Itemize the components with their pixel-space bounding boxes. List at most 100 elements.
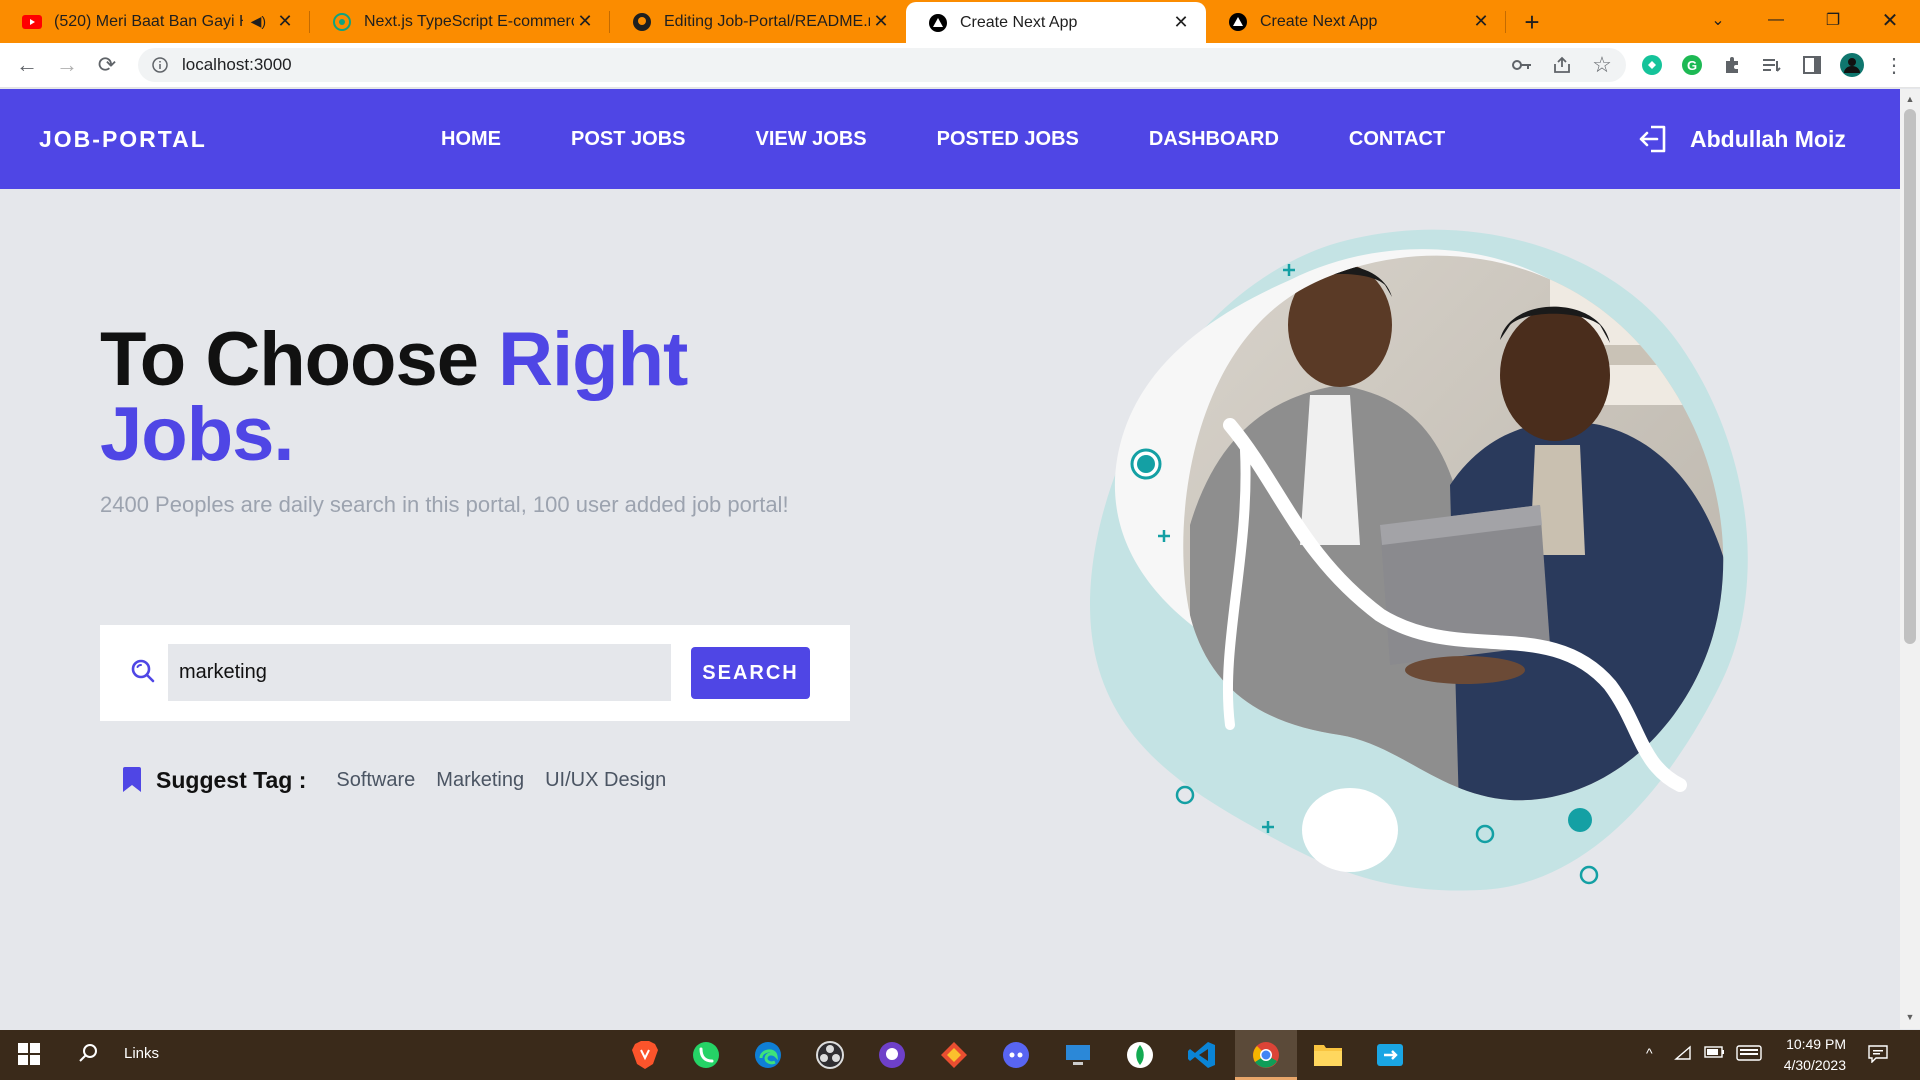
tab-search-chevron-icon[interactable]: ⌄: [1690, 0, 1746, 40]
battery-icon[interactable]: [1704, 1045, 1726, 1062]
speaker-icon[interactable]: ◀): [251, 13, 266, 30]
edge-icon[interactable]: [751, 1038, 785, 1072]
teal-dot-inner: [1137, 455, 1155, 473]
ring-decor: [1579, 865, 1599, 885]
taskbar-search-icon[interactable]: [78, 1042, 104, 1068]
windows-taskbar: Links ^ 10:49 PM 4/30/2023: [0, 1030, 1920, 1080]
forward-arrow-icon[interactable]: →: [51, 49, 83, 81]
job-search-box: SEARCH: [100, 625, 850, 721]
obs-icon[interactable]: [813, 1038, 847, 1072]
url-text[interactable]: localhost:3000: [182, 55, 292, 75]
user-menu[interactable]: Abdullah Moiz: [1636, 89, 1846, 189]
brave-icon[interactable]: [628, 1038, 662, 1072]
close-tab-icon[interactable]: ✕: [1470, 11, 1492, 33]
taskbar-search-label[interactable]: Links: [124, 1045, 159, 1062]
wifi-icon[interactable]: [1674, 1045, 1692, 1064]
site-info-icon[interactable]: [150, 55, 170, 75]
key-icon[interactable]: [1506, 49, 1538, 81]
puzzle-extensions-icon[interactable]: [1718, 51, 1746, 79]
tab-title: Next.js TypeScript E-commerce...: [364, 12, 574, 30]
minimize-button[interactable]: —: [1748, 0, 1804, 40]
close-tab-icon[interactable]: ✕: [274, 11, 296, 33]
search-button[interactable]: SEARCH: [691, 647, 810, 699]
openai-icon: [332, 12, 352, 32]
browser-tab-strip: (520) Meri Baat Ban Gayi Hai ◀) ✕ Next.j…: [0, 0, 1920, 43]
tab-title: Editing Job-Portal/README.md a: [664, 12, 870, 30]
hero-title-accent-2: Jobs.: [100, 392, 294, 477]
white-circle-decor: [1302, 788, 1398, 872]
back-arrow-icon[interactable]: ←: [11, 49, 43, 81]
star-icon[interactable]: ☆: [1586, 49, 1618, 81]
github-desktop-icon[interactable]: [875, 1038, 909, 1072]
tab-separator: [1505, 11, 1506, 33]
notification-center-icon[interactable]: [1868, 1045, 1888, 1066]
site-navbar: JOB-PORTAL HOME POST JOBS VIEW JOBS POST…: [0, 89, 1900, 189]
hero-title-accent: Right: [498, 317, 688, 402]
new-tab-button[interactable]: +: [1516, 6, 1548, 38]
clock-date: 4/30/2023: [1783, 1057, 1846, 1073]
nav-link-view-jobs[interactable]: VIEW JOBS: [755, 128, 866, 151]
tag-marketing[interactable]: Marketing: [436, 769, 524, 792]
green-g-extension-icon[interactable]: G: [1678, 51, 1706, 79]
tag-ui-ux-design[interactable]: UI/UX Design: [545, 769, 666, 792]
user-name: Abdullah Moiz: [1690, 125, 1846, 152]
tab-title: Create Next App: [960, 13, 1078, 31]
reload-icon[interactable]: ⟳: [91, 49, 123, 81]
taskbar-clock[interactable]: 10:49 PM 4/30/2023: [1770, 1034, 1846, 1076]
restore-button[interactable]: ❐: [1805, 0, 1861, 40]
browser-toolbar: ← → ⟳ localhost:3000 ☆ G ⋮: [0, 43, 1920, 88]
nav-link-post-jobs[interactable]: POST JOBS: [571, 128, 685, 151]
windows-start-icon[interactable]: [18, 1043, 42, 1067]
tray-chevron-icon[interactable]: ^: [1646, 1045, 1653, 1061]
nav-link-dashboard[interactable]: DASHBOARD: [1149, 128, 1279, 151]
browser-tab-chatgpt[interactable]: Next.js TypeScript E-commerce... ✕: [310, 0, 610, 43]
keyboard-icon[interactable]: [1736, 1045, 1762, 1064]
close-tab-icon[interactable]: ✕: [870, 11, 892, 33]
hero-title-text: To Choose: [100, 317, 499, 402]
discord-icon[interactable]: [999, 1038, 1033, 1072]
grammarly-extension-icon[interactable]: [1638, 51, 1666, 79]
tag-software[interactable]: Software: [336, 769, 415, 792]
reading-list-icon[interactable]: [1758, 51, 1786, 79]
search-icon: [130, 658, 158, 686]
hero-subtitle: 2400 Peoples are daily search in this po…: [100, 492, 789, 517]
nav-link-home[interactable]: HOME: [441, 128, 501, 151]
browser-tab-active[interactable]: Create Next App ✕: [906, 2, 1206, 43]
bookmark-icon: [122, 767, 144, 793]
github-icon: [632, 12, 652, 32]
chrome-icon[interactable]: [1249, 1038, 1283, 1072]
whatsapp-icon[interactable]: [689, 1038, 723, 1072]
side-panel-icon[interactable]: [1798, 51, 1826, 79]
logout-icon[interactable]: [1636, 122, 1670, 156]
scrollbar-thumb[interactable]: [1904, 109, 1916, 644]
address-bar[interactable]: localhost:3000: [138, 48, 1626, 82]
share-icon[interactable]: [1546, 49, 1578, 81]
profile-avatar[interactable]: [1838, 51, 1866, 79]
close-window-button[interactable]: ✕: [1862, 0, 1918, 40]
mongodb-compass-icon[interactable]: [1123, 1038, 1157, 1072]
tab-title: (520) Meri Baat Ban Gayi Hai: [54, 12, 243, 30]
nav-link-contact[interactable]: CONTACT: [1349, 128, 1445, 151]
remote-desktop-icon[interactable]: [1061, 1038, 1095, 1072]
suggest-tag-label: Suggest Tag :: [156, 766, 307, 793]
site-logo[interactable]: JOB-PORTAL: [39, 89, 207, 189]
nav-link-posted-jobs[interactable]: POSTED JOBS: [937, 128, 1079, 151]
kebab-menu-icon[interactable]: ⋮: [1878, 49, 1910, 81]
scroll-up-arrow-icon[interactable]: ▲: [1904, 93, 1916, 105]
browser-tab-youtube[interactable]: (520) Meri Baat Ban Gayi Hai ◀) ✕: [0, 0, 310, 43]
page-scrollbar[interactable]: ▲ ▼: [1900, 89, 1920, 1029]
tab-title: Create Next App: [1260, 12, 1378, 30]
screen-app-icon[interactable]: [1373, 1038, 1407, 1072]
scroll-down-arrow-icon[interactable]: ▼: [1904, 1011, 1916, 1023]
vscode-icon[interactable]: [1185, 1038, 1219, 1072]
nextjs-icon: [1228, 12, 1248, 32]
browser-tab-github[interactable]: Editing Job-Portal/README.md a ✕: [610, 0, 906, 43]
file-explorer-icon[interactable]: [1311, 1038, 1345, 1072]
main-menu: HOME POST JOBS VIEW JOBS POSTED JOBS DAS…: [441, 89, 1515, 189]
search-input[interactable]: [168, 644, 671, 701]
close-tab-icon[interactable]: ✕: [1170, 12, 1192, 34]
youtube-icon: [22, 12, 42, 32]
git-kraken-icon[interactable]: [937, 1038, 971, 1072]
browser-tab-next2[interactable]: Create Next App ✕: [1206, 0, 1506, 43]
close-tab-icon[interactable]: ✕: [574, 11, 596, 33]
